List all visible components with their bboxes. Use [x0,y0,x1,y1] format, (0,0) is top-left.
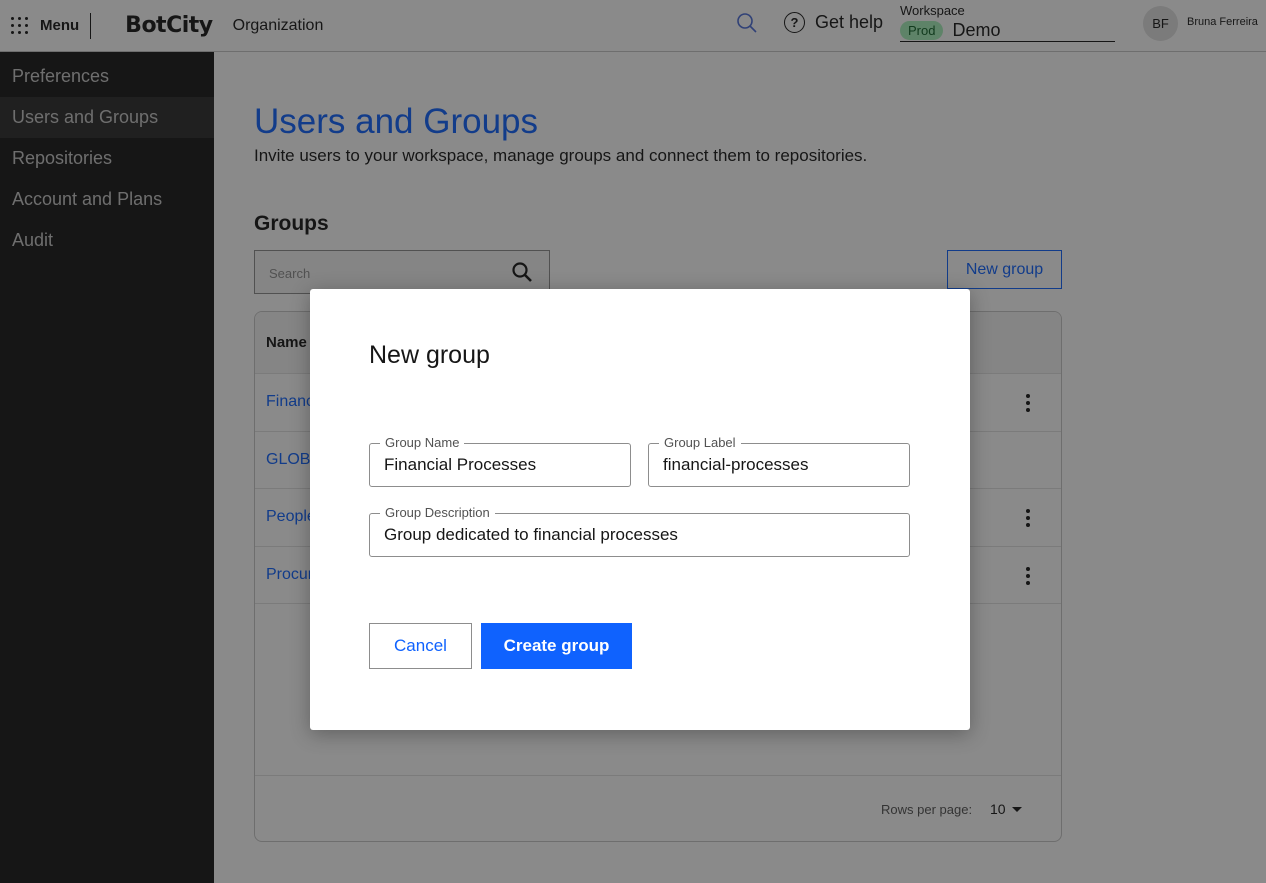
group-label-input[interactable] [663,455,899,475]
group-description-field[interactable]: Group Description [369,505,910,557]
group-name-label: Group Name [380,435,465,451]
create-group-button[interactable]: Create group [481,623,632,669]
cancel-button[interactable]: Cancel [369,623,472,669]
group-description-input[interactable] [384,525,899,545]
modal-title: New group [369,341,490,369]
new-group-modal: New group Group Name Group Label Group D… [310,289,970,730]
group-label-label: Group Label [659,435,741,451]
group-name-field[interactable]: Group Name [369,435,631,487]
group-description-label: Group Description [380,505,495,521]
group-label-field[interactable]: Group Label [648,435,910,487]
group-name-input[interactable] [384,455,620,475]
